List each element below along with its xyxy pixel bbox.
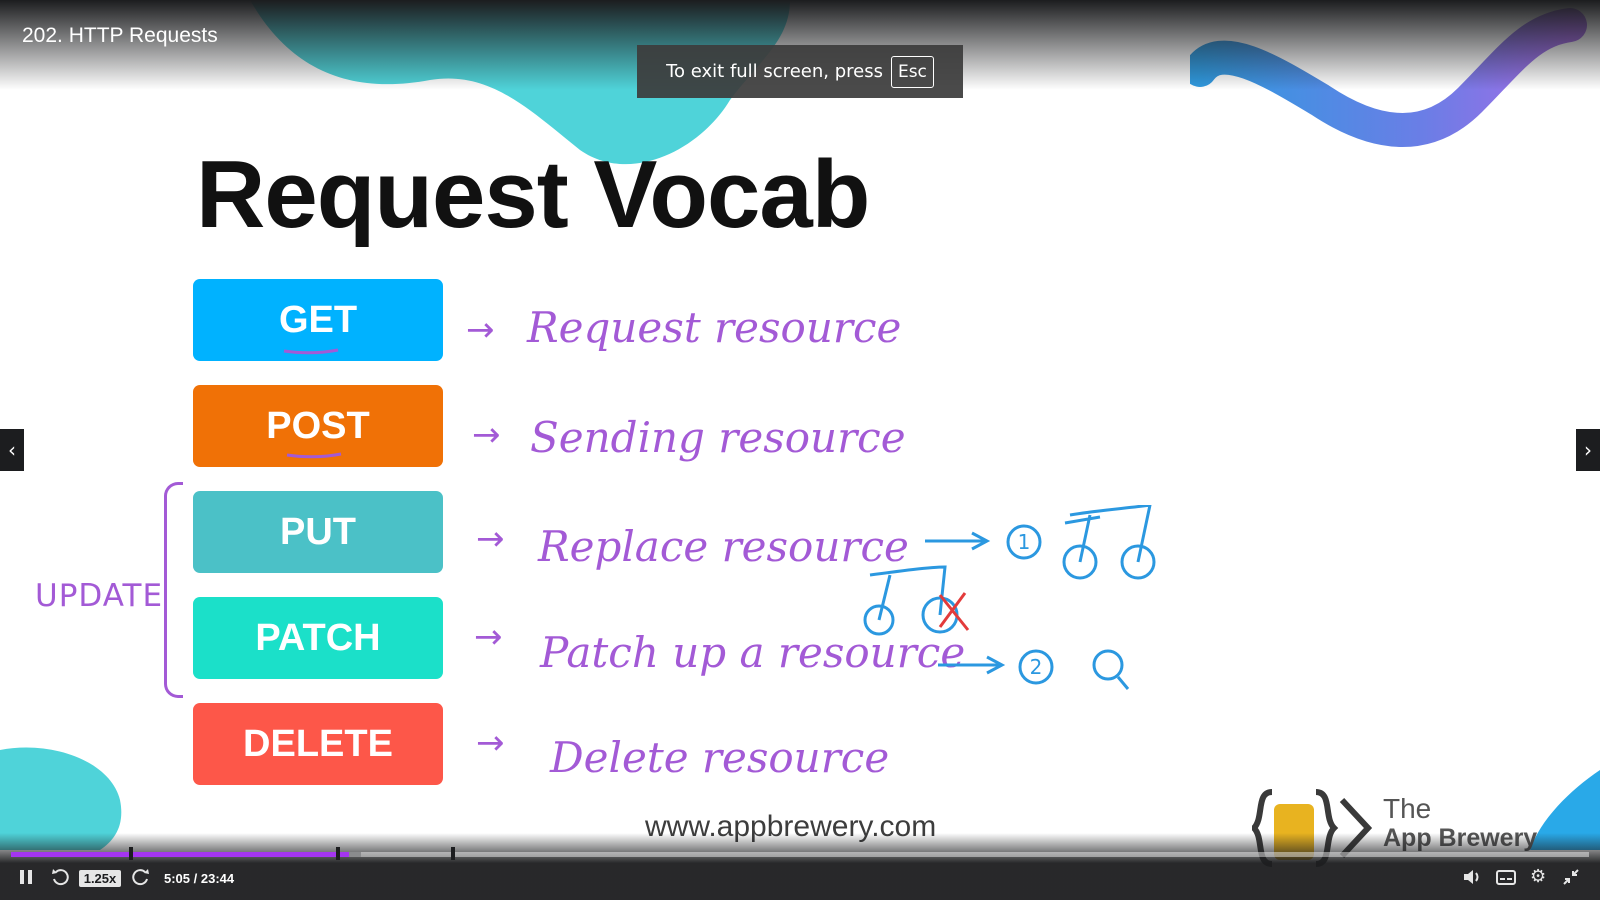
step-one-mark: 1 (1018, 530, 1031, 554)
note-delete: Delete resource (550, 733, 890, 782)
volume-icon[interactable] (1463, 869, 1481, 889)
arrow-put: → (476, 519, 505, 559)
note-get: Request resource (527, 303, 902, 352)
playback-speed-button[interactable]: 1.25x (79, 870, 121, 887)
progress-played (11, 852, 349, 857)
brand-the: The (1383, 793, 1432, 824)
video-player[interactable]: 202. HTTP Requests To exit full screen, … (0, 0, 1600, 900)
chapter-marker[interactable] (451, 847, 456, 860)
note-put: Replace resource (538, 522, 909, 571)
arrow-get: → (466, 310, 495, 350)
update-label: UPDATE (35, 578, 164, 614)
pause-icon[interactable] (19, 869, 33, 889)
forward-icon[interactable] (132, 868, 150, 890)
bicycle-sketch-diagram: 1 2 (863, 505, 1156, 690)
fullscreen-notice: To exit full screen, press Esc (637, 45, 963, 98)
previous-lecture-button[interactable]: ‹ (0, 429, 24, 471)
time-display: 5:05 / 23:44 (164, 871, 235, 886)
slide-title: Request Vocab (196, 141, 870, 248)
method-put: PUT (193, 491, 443, 573)
esc-key-badge: Esc (890, 55, 934, 88)
settings-icon[interactable]: ⚙ (1530, 868, 1546, 886)
note-post: Sending resource (530, 413, 906, 462)
arrow-post: → (472, 415, 501, 455)
fullscreen-notice-text: To exit full screen, press (666, 61, 883, 82)
update-bracket (164, 482, 183, 698)
next-lecture-button[interactable]: › (1576, 429, 1600, 471)
arrow-delete: → (476, 723, 505, 763)
player-controls (0, 833, 1600, 900)
method-delete: DELETE (193, 703, 443, 785)
chapter-marker[interactable] (336, 847, 341, 860)
underline-post (286, 452, 342, 459)
chapter-marker[interactable] (129, 847, 134, 860)
arrow-patch: → (474, 617, 503, 657)
method-patch: PATCH (193, 597, 443, 679)
step-two-mark: 2 (1030, 655, 1043, 679)
rewind-icon[interactable] (51, 868, 69, 890)
video-title: 202. HTTP Requests (22, 24, 218, 47)
captions-icon[interactable] (1496, 870, 1516, 889)
underline-get (283, 348, 339, 355)
exit-fullscreen-icon[interactable] (1563, 869, 1579, 889)
